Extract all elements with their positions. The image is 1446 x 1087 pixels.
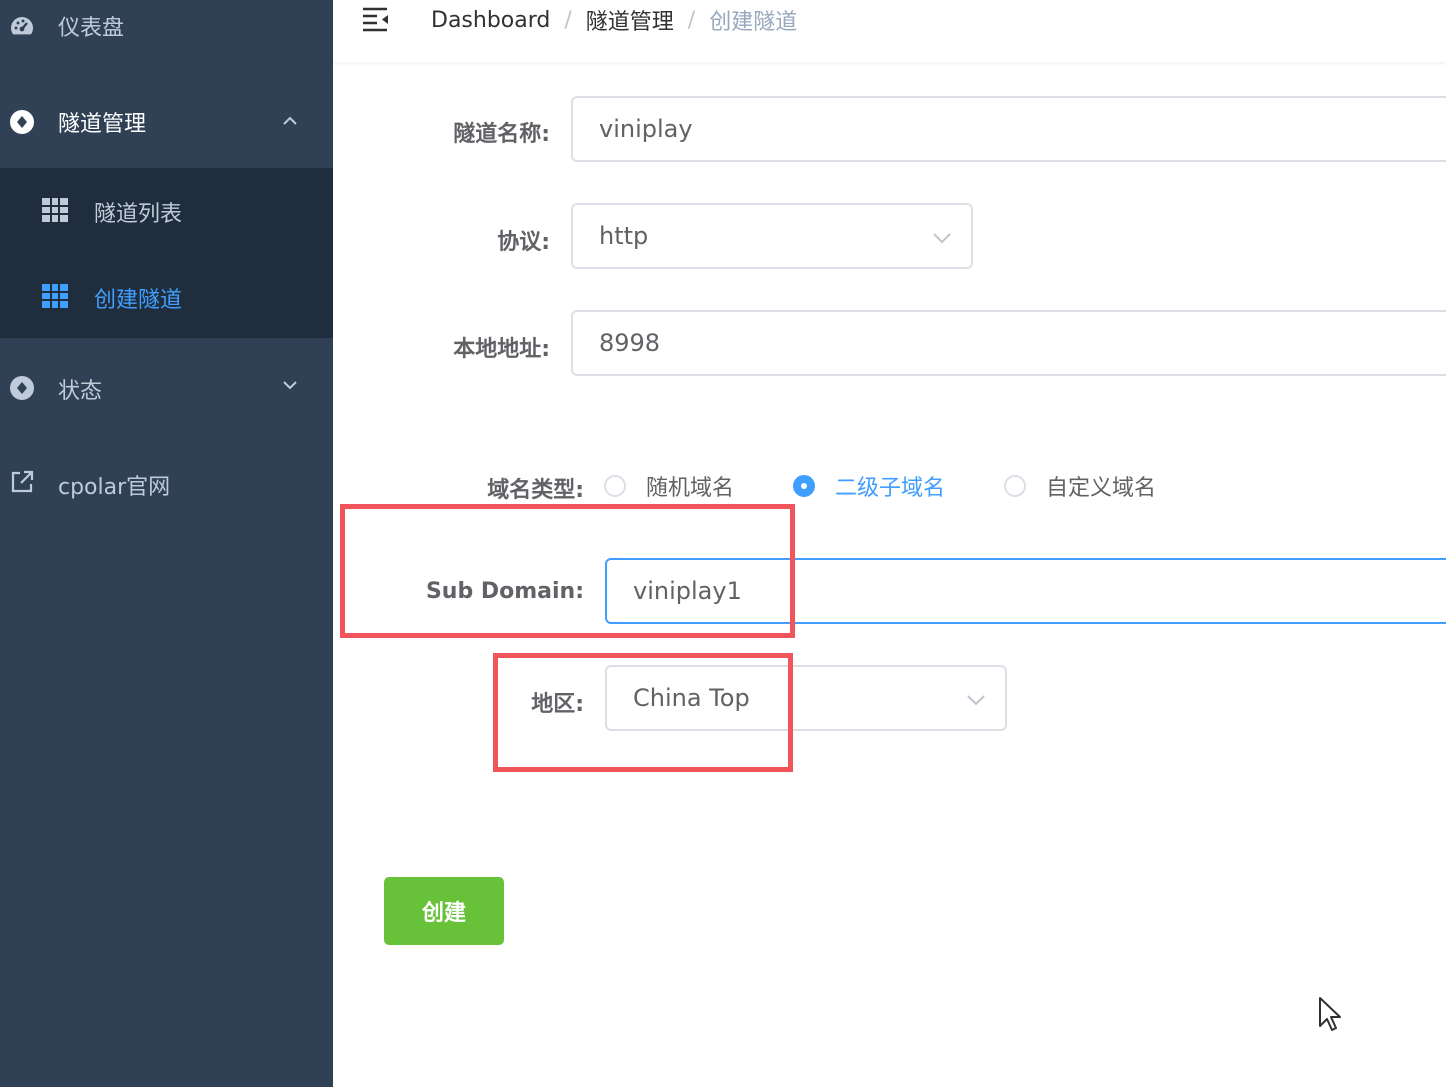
radio-label: 自定义域名 bbox=[1046, 476, 1157, 501]
breadcrumb-separator: / bbox=[564, 7, 572, 33]
sidebar-item-label: cpolar官网 bbox=[58, 475, 171, 500]
sidebar-item-dashboard[interactable]: 仪表盘 bbox=[0, 0, 333, 52]
radio-label: 随机域名 bbox=[646, 476, 735, 501]
top-navbar: Dashboard / 隧道管理 / 创建隧道 bbox=[333, 0, 1446, 62]
chevron-down-icon bbox=[933, 233, 951, 244]
local-address-label: 本地地址: bbox=[453, 337, 550, 362]
radio-circle[interactable] bbox=[1004, 475, 1026, 497]
mouse-cursor-icon bbox=[1319, 997, 1341, 1031]
tunnel-management-icon bbox=[8, 108, 36, 136]
protocol-label: 协议: bbox=[497, 230, 550, 255]
sidebar-item-label: 隧道列表 bbox=[94, 202, 183, 227]
external-link-icon bbox=[8, 468, 36, 496]
sidebar-item-label: 隧道管理 bbox=[58, 112, 147, 137]
tunnel-name-label: 隧道名称: bbox=[453, 122, 550, 147]
breadcrumb-tunnel-management[interactable]: 隧道管理 bbox=[586, 4, 674, 36]
domain-type-label: 域名类型: bbox=[487, 478, 584, 503]
submenu-tunnel-management: 隧道列表 创建隧道 bbox=[0, 168, 333, 338]
app-root: 仪表盘 隧道管理 隧道列表 创建隧道 状态 cpolar官网 Dashboard… bbox=[0, 0, 1446, 1087]
local-address-value: 8998 bbox=[599, 329, 661, 357]
tunnel-name-input[interactable]: viniplay bbox=[571, 96, 1446, 162]
protocol-select[interactable]: http bbox=[571, 203, 973, 269]
sidebar-item-tunnel-management[interactable]: 隧道管理 bbox=[0, 94, 333, 150]
sidebar-item-create-tunnel[interactable]: 创建隧道 bbox=[0, 254, 333, 338]
chevron-down-icon bbox=[967, 695, 985, 706]
sidebar-item-status[interactable]: 状态 bbox=[0, 360, 333, 416]
chevron-down-icon bbox=[283, 381, 297, 390]
sidebar-item-tunnel-list[interactable]: 隧道列表 bbox=[0, 168, 333, 252]
chevron-up-icon bbox=[283, 116, 297, 125]
radio-circle[interactable] bbox=[604, 475, 626, 497]
local-address-input[interactable]: 8998 bbox=[571, 310, 1446, 376]
sidebar-item-label: 状态 bbox=[58, 379, 103, 404]
highlight-box-region bbox=[493, 653, 793, 772]
sidebar-item-cpolar-website[interactable]: cpolar官网 bbox=[0, 456, 333, 512]
table-grid-icon bbox=[42, 198, 68, 222]
radio-subdomain[interactable]: 二级子域名 bbox=[793, 470, 945, 502]
tunnel-name-value: viniplay bbox=[599, 115, 693, 143]
table-grid-icon bbox=[42, 284, 68, 308]
radio-circle[interactable] bbox=[793, 475, 815, 497]
sidebar-item-label: 仪表盘 bbox=[58, 16, 125, 41]
create-button[interactable]: 创建 bbox=[384, 877, 504, 945]
radio-random-domain[interactable]: 随机域名 bbox=[604, 470, 734, 502]
breadcrumb-dashboard[interactable]: Dashboard bbox=[431, 8, 550, 33]
breadcrumb-create-tunnel: 创建隧道 bbox=[709, 10, 798, 35]
dashboard-gauge-icon bbox=[8, 12, 36, 40]
sidebar-item-label: 创建隧道 bbox=[94, 288, 183, 313]
sidebar: 仪表盘 隧道管理 隧道列表 创建隧道 状态 cpolar官网 bbox=[0, 0, 333, 1087]
highlight-box-sub-domain bbox=[340, 504, 795, 638]
breadcrumb: Dashboard / 隧道管理 / 创建隧道 bbox=[431, 4, 797, 36]
radio-label: 二级子域名 bbox=[835, 476, 946, 501]
protocol-value: http bbox=[599, 222, 649, 250]
hamburger-fold-icon[interactable] bbox=[361, 6, 391, 32]
breadcrumb-separator: / bbox=[687, 7, 696, 33]
status-icon bbox=[8, 374, 36, 402]
radio-custom-domain[interactable]: 自定义域名 bbox=[1004, 470, 1156, 502]
